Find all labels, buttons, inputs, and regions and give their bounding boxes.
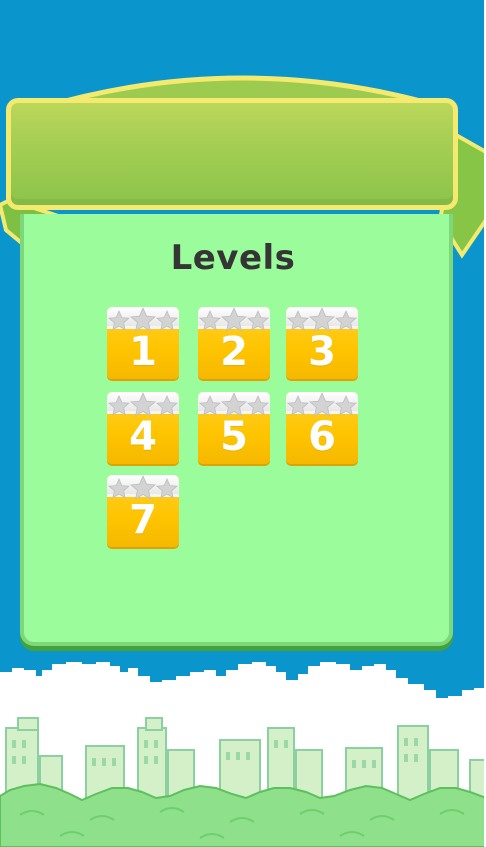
- banner-bar: [6, 98, 458, 210]
- level-number: 6: [308, 414, 336, 460]
- level-number: 5: [220, 414, 248, 460]
- level-button-6[interactable]: 6: [286, 392, 358, 464]
- level-number: 7: [129, 497, 157, 543]
- level-button-5[interactable]: 5: [198, 392, 270, 464]
- levels-title: Levels: [170, 238, 296, 278]
- level-button-4[interactable]: 4: [107, 392, 179, 464]
- level-number: 1: [129, 329, 157, 375]
- level-button-2[interactable]: 2: [198, 307, 270, 379]
- level-button-3[interactable]: 3: [286, 307, 358, 379]
- level-number: 3: [308, 329, 336, 375]
- level-button-7[interactable]: 7: [107, 475, 179, 547]
- level-number: 4: [129, 414, 157, 460]
- level-button-1[interactable]: 1: [107, 307, 179, 379]
- game-stage: Levels 1 2 3 4 5 6 7: [0, 0, 486, 847]
- level-number: 2: [220, 329, 248, 375]
